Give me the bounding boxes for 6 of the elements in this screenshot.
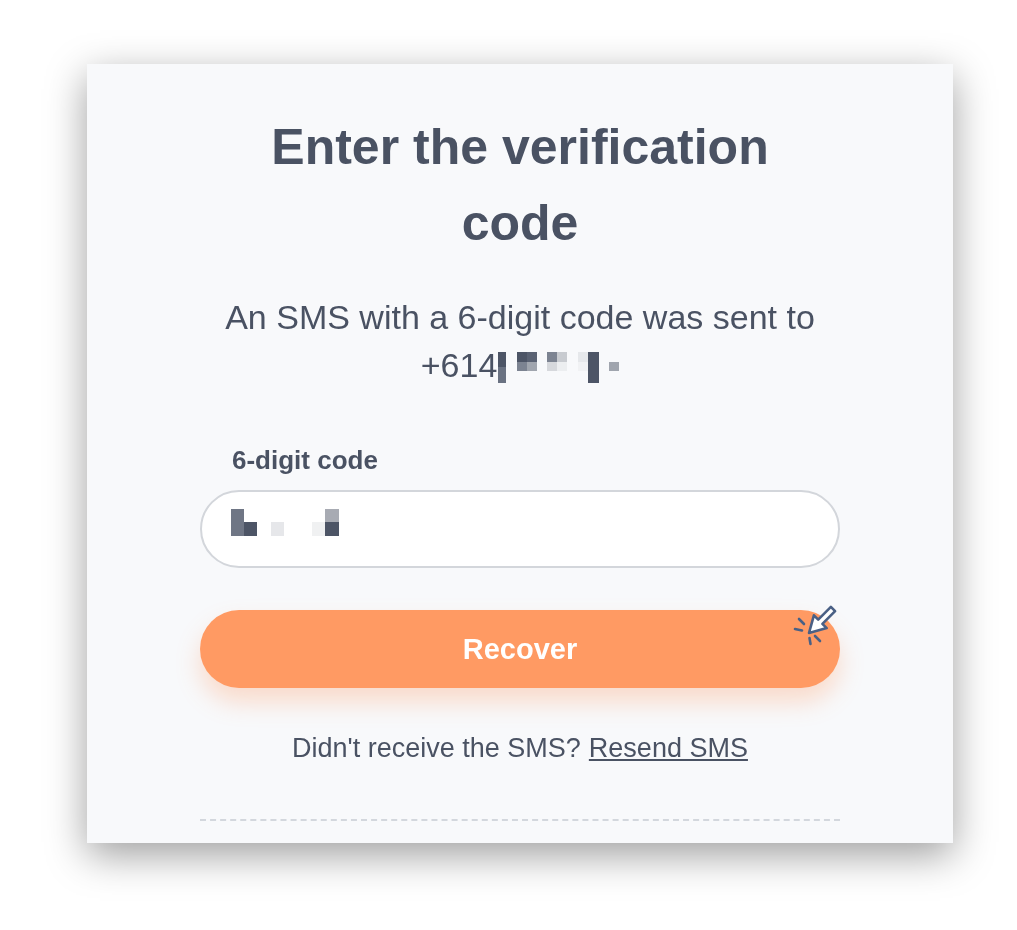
phone-number: +614 <box>420 345 498 386</box>
resend-link[interactable]: Resend SMS <box>588 732 748 764</box>
field-label: 6-digit code <box>232 445 378 475</box>
page-title: Enter the verification code <box>270 118 770 253</box>
message-text: An SMS with a 6-digit code was sent to <box>225 297 815 338</box>
resend-prompt: Didn't receive the SMS? <box>292 732 581 764</box>
